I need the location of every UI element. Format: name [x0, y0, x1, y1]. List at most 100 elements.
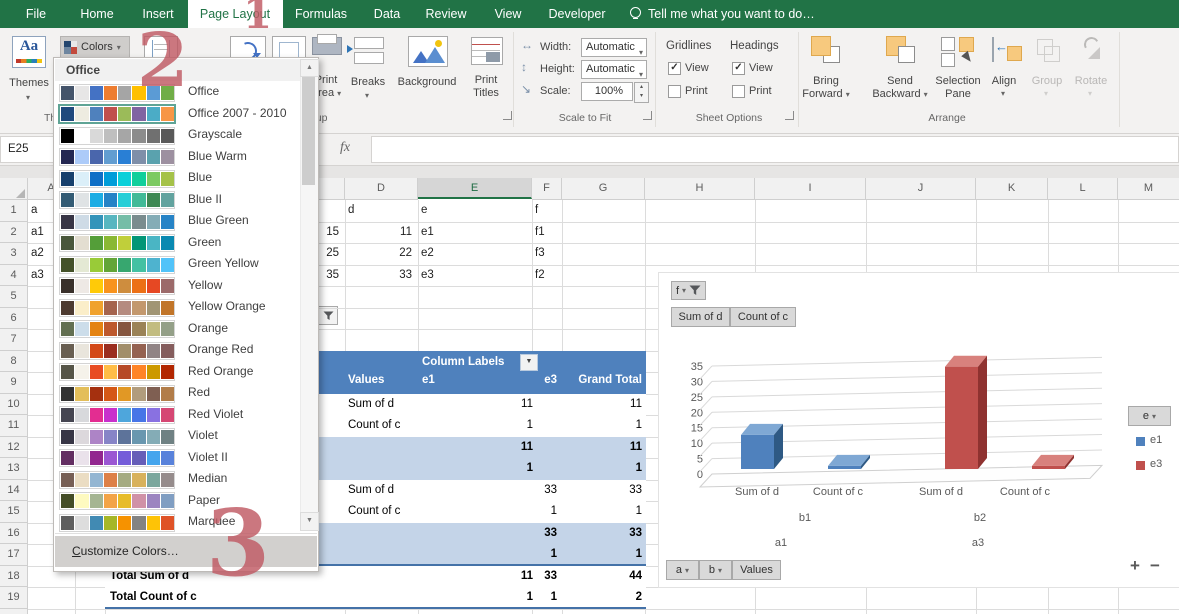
pivot-value-cell[interactable]: 11	[542, 394, 642, 416]
row-header-17[interactable]: 17	[0, 544, 28, 566]
pivot-value-cell[interactable]: 1	[433, 415, 533, 437]
row-header-12[interactable]: 12	[0, 437, 28, 459]
pivot-value-cell[interactable]: 11	[433, 437, 533, 459]
row-header-1[interactable]: 1	[0, 200, 28, 222]
width-combobox[interactable]: Automatic▾	[581, 38, 647, 57]
theme-palette-option[interactable]: Orange Red	[55, 339, 300, 361]
legend-label-e3[interactable]: e3	[1150, 458, 1162, 470]
chart-axis-field-button-a[interactable]: a ▾	[666, 560, 699, 580]
cell-E1[interactable]: e	[421, 200, 526, 221]
cell-E2[interactable]: e1	[421, 222, 526, 243]
pivot-value-cell[interactable]: 11	[542, 437, 642, 459]
group-button[interactable]: Group ▾	[1025, 33, 1069, 128]
theme-palette-option[interactable]: Orange	[55, 318, 300, 340]
pivot-row-label[interactable]: Total Count of c	[110, 587, 197, 609]
theme-palette-option[interactable]: Blue Warm	[55, 146, 300, 168]
column-header-L[interactable]: L	[1048, 178, 1118, 200]
page-setup-dialog-launcher[interactable]	[503, 111, 512, 120]
column-header-F[interactable]: F	[532, 178, 562, 200]
pivot-row-label[interactable]: Count of c	[348, 501, 400, 523]
tab-formulas[interactable]: Formulas	[288, 0, 354, 28]
theme-palette-option[interactable]: Violet II	[55, 447, 300, 469]
theme-palette-option[interactable]: Red Orange	[55, 361, 300, 383]
pivot-row-label[interactable]: Sum of d	[348, 394, 394, 416]
fx-icon[interactable]: fx	[340, 140, 350, 156]
pivot-value-cell[interactable]: 1	[542, 458, 642, 480]
cell-D2[interactable]: 11	[348, 222, 412, 243]
cell-E4[interactable]: e3	[421, 265, 526, 286]
scrollbar-thumb[interactable]	[302, 77, 315, 185]
pivot-value-cell[interactable]: 33	[542, 480, 642, 502]
tab-review[interactable]: Review	[419, 0, 473, 28]
pivot-filter-button[interactable]	[318, 306, 338, 325]
column-header-H[interactable]: H	[645, 178, 755, 200]
align-button[interactable]: ← Align ▾	[983, 33, 1025, 128]
tab-view[interactable]: View	[487, 0, 529, 28]
theme-palette-option[interactable]: Red Violet	[55, 404, 300, 426]
customize-colors-item[interactable]: Customize Colors…	[55, 536, 317, 567]
pivot-value-cell[interactable]: 2	[542, 587, 642, 609]
colors-button[interactable]: Colors ▾	[60, 36, 130, 58]
row-header-6[interactable]: 6	[0, 308, 28, 330]
headings-print-checkbox[interactable]	[732, 85, 745, 98]
theme-palette-option[interactable]: Red	[55, 382, 300, 404]
rotate-button[interactable]: Rotate ▾	[1068, 33, 1114, 128]
headings-view-checkbox[interactable]: ✓	[732, 62, 745, 75]
row-header-14[interactable]: 14	[0, 480, 28, 502]
theme-palette-option[interactable]: Grayscale	[55, 124, 300, 146]
pivot-row-label[interactable]: Count of c	[348, 415, 400, 437]
background-button[interactable]: Background	[392, 33, 462, 128]
scroll-up-button[interactable]: ▲	[300, 59, 319, 77]
row-header-10[interactable]: 10	[0, 394, 28, 416]
pivot-value-cell[interactable]: 11	[433, 394, 533, 416]
scroll-down-button[interactable]: ▼	[300, 512, 319, 531]
column-header-K[interactable]: K	[976, 178, 1048, 200]
row-header-13[interactable]: 13	[0, 458, 28, 480]
cell-D1[interactable]: d	[348, 200, 412, 221]
column-header-I[interactable]: I	[755, 178, 866, 200]
row-header-7[interactable]: 7	[0, 329, 28, 351]
pivot-column-labels-filter-button[interactable]: ▼	[520, 354, 538, 371]
row-header-19[interactable]: 19	[0, 587, 28, 609]
cell-F2[interactable]: f1	[535, 222, 556, 243]
theme-palette-option[interactable]: Office 2007 - 2010	[55, 103, 300, 125]
column-header-G[interactable]: G	[562, 178, 645, 200]
gridlines-view-checkbox[interactable]: ✓	[668, 62, 681, 75]
row-header-3[interactable]: 3	[0, 243, 28, 265]
theme-palette-option[interactable]: Blue II	[55, 189, 300, 211]
theme-palette-option[interactable]: Median	[55, 468, 300, 490]
bring-forward-button[interactable]: Bring Forward ▾	[797, 33, 855, 128]
column-header-E[interactable]: E	[418, 178, 532, 199]
scale-to-fit-dialog-launcher[interactable]	[643, 111, 652, 120]
column-header-D[interactable]: D	[345, 178, 418, 200]
theme-palette-option[interactable]: Yellow	[55, 275, 300, 297]
pivot-row-label[interactable]: Sum of d	[348, 480, 394, 502]
row-header-4[interactable]: 4	[0, 265, 28, 287]
theme-palette-option[interactable]: Yellow Orange	[55, 296, 300, 318]
row-header-15[interactable]: 15	[0, 501, 28, 523]
tell-me-box[interactable]: Tell me what you want to do…	[648, 7, 815, 21]
cell-F3[interactable]: f3	[535, 243, 556, 264]
name-box[interactable]: E25	[0, 136, 61, 163]
cell-F4[interactable]: f2	[535, 265, 556, 286]
chart-legend-field-button[interactable]: e ▾	[1128, 406, 1171, 426]
row-header-18[interactable]: 18	[0, 566, 28, 588]
chart-filter-field-button[interactable]: f ▾	[671, 281, 706, 300]
chart-expand-button[interactable]: +	[1130, 556, 1140, 576]
scale-spinner-buttons[interactable]: ▴▾	[634, 82, 649, 103]
cell-D4[interactable]: 33	[348, 265, 412, 286]
pivot-value-cell[interactable]: 1	[542, 501, 642, 523]
chart-value-field-button-sum-of-d[interactable]: Sum of d	[671, 307, 730, 327]
pivot-value-cell[interactable]: 33	[542, 523, 642, 545]
cell-F1[interactable]: f	[535, 200, 556, 221]
theme-palette-option[interactable]: Green Yellow	[55, 253, 300, 275]
chart-axis-field-button-values[interactable]: Values	[732, 560, 781, 580]
cell-D3[interactable]: 22	[348, 243, 412, 264]
tab-home[interactable]: Home	[71, 0, 123, 28]
pivot-value-cell[interactable]: 1	[433, 458, 533, 480]
chart-collapse-button[interactable]: −	[1150, 556, 1160, 576]
cell-E3[interactable]: e2	[421, 243, 526, 264]
gridlines-print-checkbox[interactable]	[668, 85, 681, 98]
row-header-5[interactable]: 5	[0, 286, 28, 308]
theme-palette-option[interactable]: Blue Green	[55, 210, 300, 232]
